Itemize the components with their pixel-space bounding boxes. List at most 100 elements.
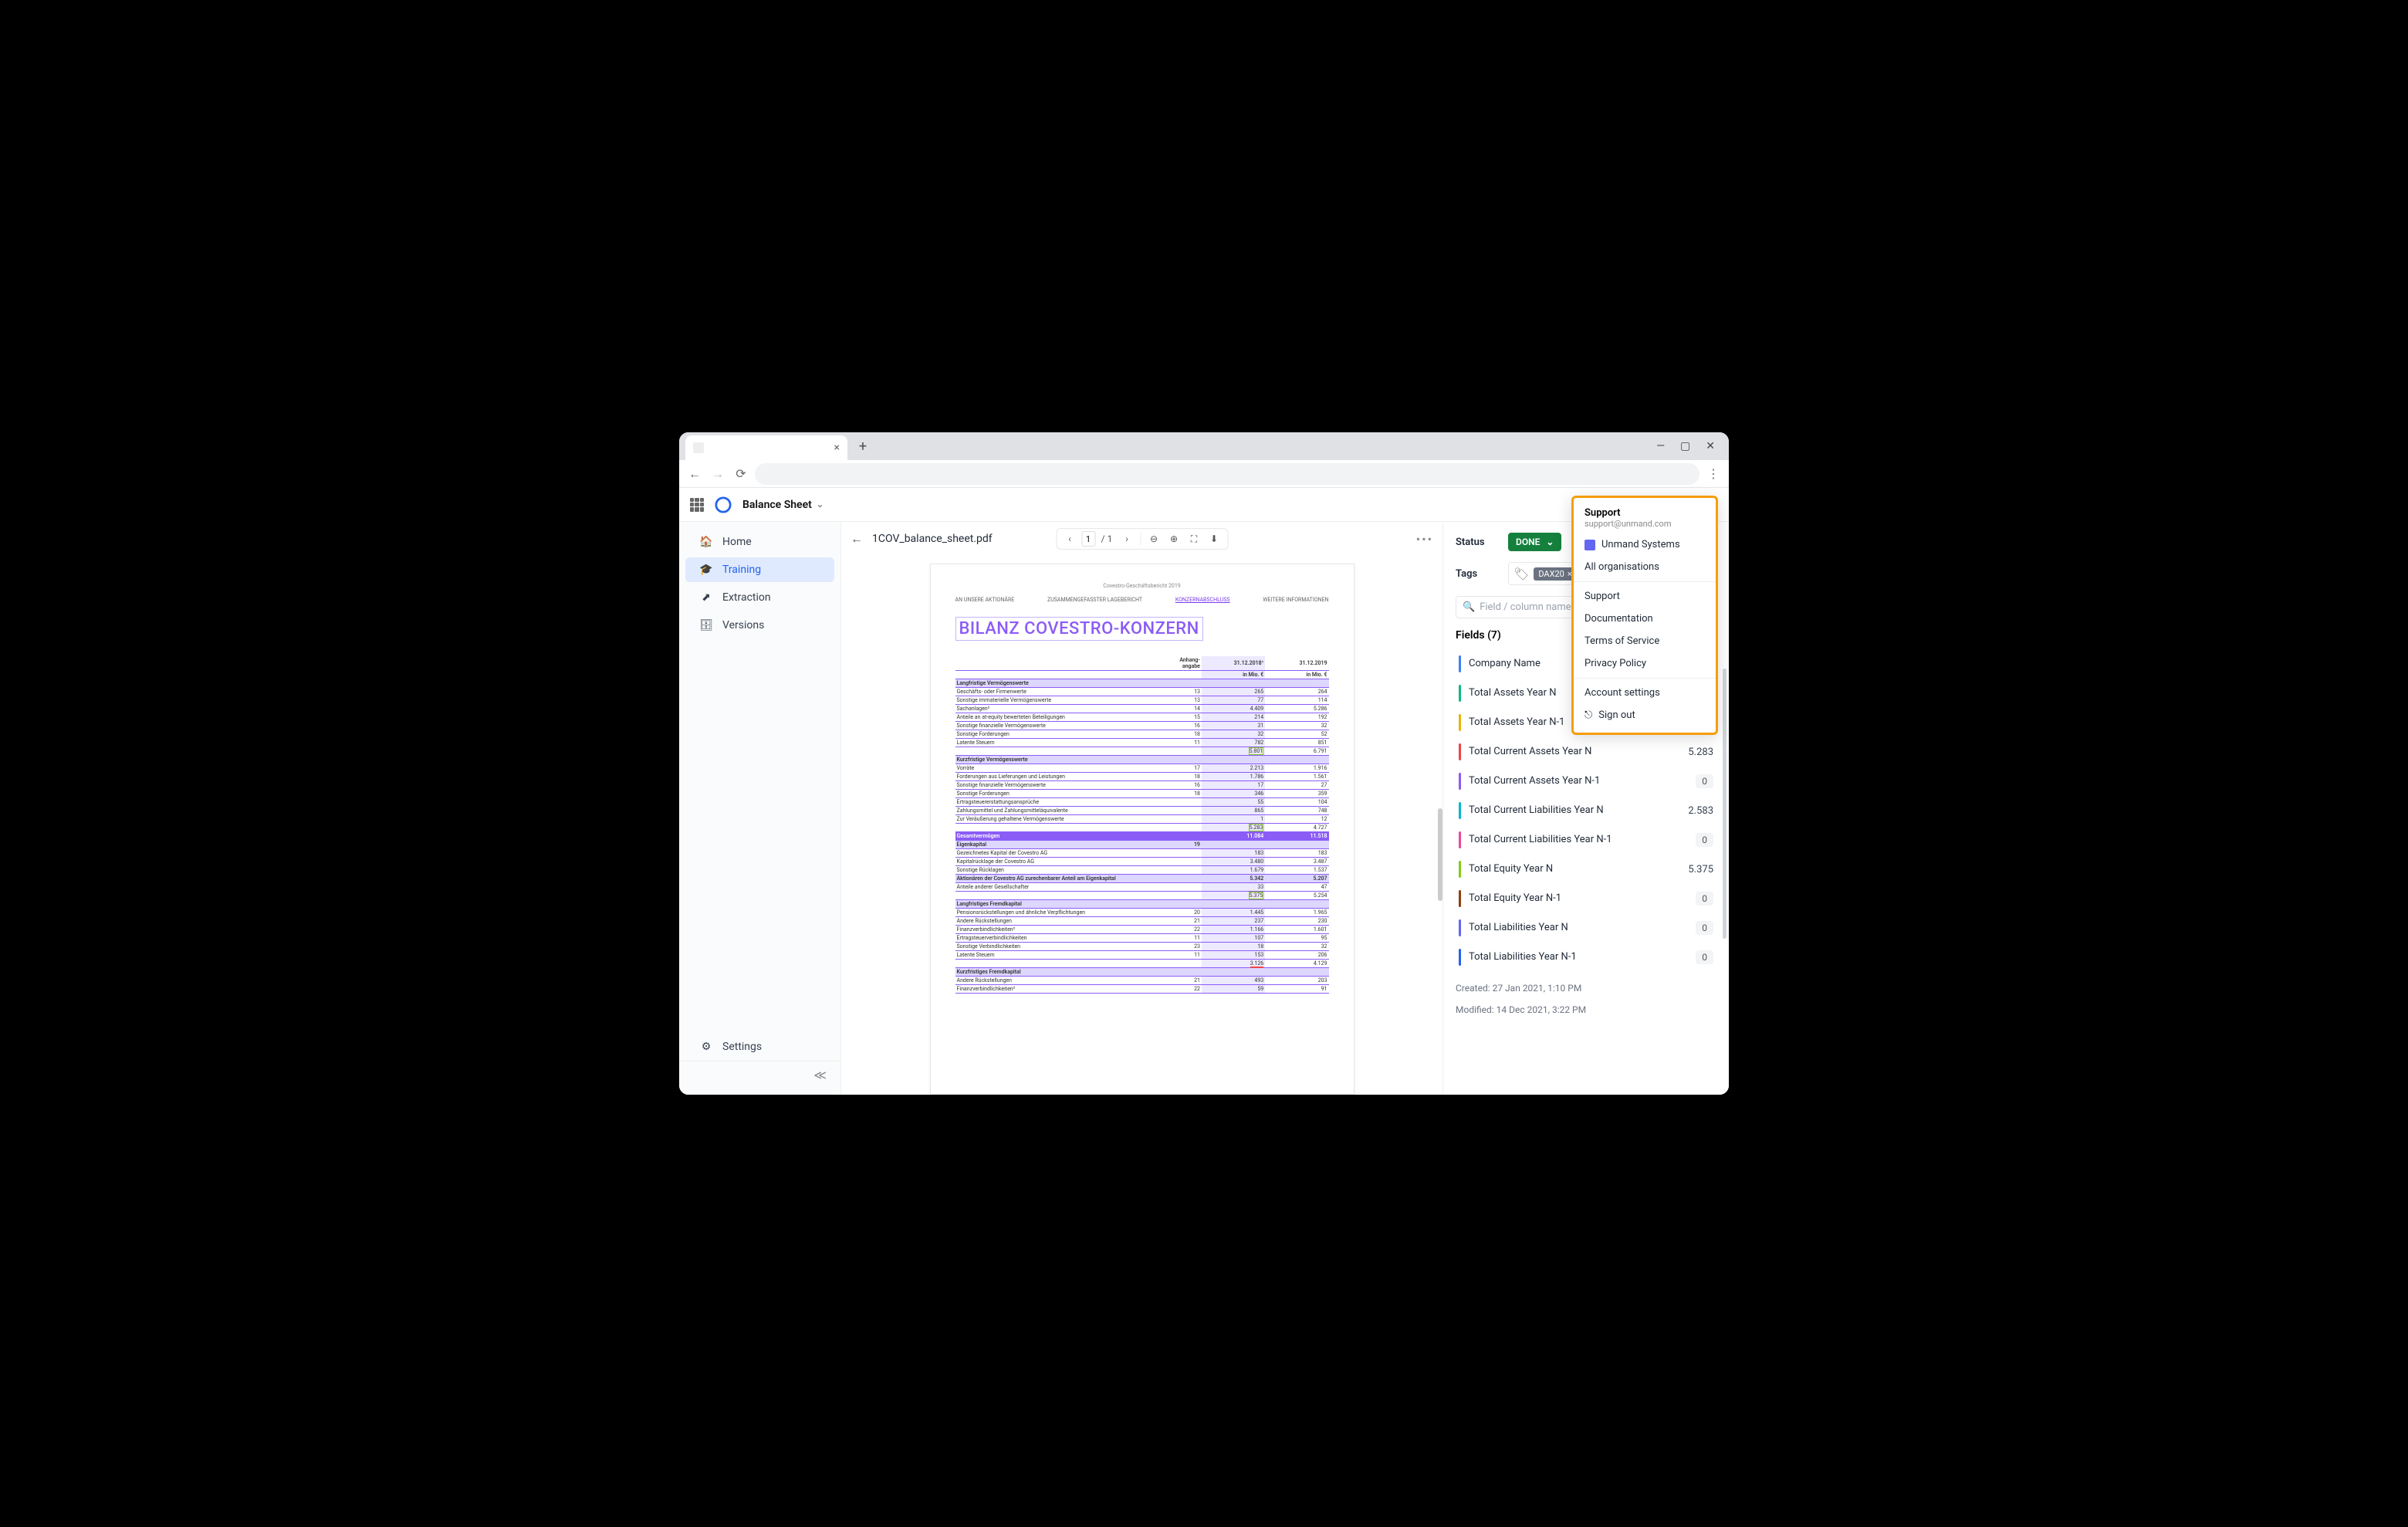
field-name: Total Current Assets Year N xyxy=(1469,746,1688,758)
profile-menu-signout[interactable]: ⎋Sign out xyxy=(1574,704,1716,726)
field-color-bar xyxy=(1459,773,1461,790)
modified-meta: Modified: 14 Dec 2021, 3:22 PM xyxy=(1456,1004,1716,1015)
doc-title: BILANZ COVESTRO-KONZERN xyxy=(955,617,1203,641)
browser-reload-icon[interactable]: ⟳ xyxy=(732,465,750,483)
doc-more-icon[interactable]: ••• xyxy=(1416,532,1433,547)
doc-breadcrumb: Covestro-Geschäftsbericht 2019 xyxy=(955,583,1329,589)
profile-menu-item[interactable]: Account settings xyxy=(1574,682,1716,704)
browser-menu-icon[interactable]: ⋮ xyxy=(1704,466,1723,481)
field-value: 0 xyxy=(1696,892,1713,906)
field-row[interactable]: Total Liabilities Year N0 xyxy=(1456,913,1716,943)
field-row[interactable]: Total Current Liabilities Year N2.583 xyxy=(1456,796,1716,825)
field-value: 0 xyxy=(1696,833,1713,847)
field-name: Total Current Liabilities Year N-1 xyxy=(1469,834,1696,846)
browser-forward-icon: → xyxy=(709,465,727,483)
profile-menu-org[interactable]: Unmand Systems xyxy=(1574,533,1716,556)
field-color-bar xyxy=(1459,685,1461,702)
field-row[interactable]: Total Equity Year N5.375 xyxy=(1456,855,1716,884)
status-label: Status xyxy=(1456,537,1500,548)
profile-menu-item[interactable]: Privacy Policy xyxy=(1574,652,1716,675)
status-dropdown[interactable]: DONE⌄ xyxy=(1508,533,1561,551)
profile-email: support@unmand.com xyxy=(1584,519,1705,529)
sidebar-item-settings[interactable]: ⚙Settings xyxy=(685,1034,834,1059)
panel-scrollbar-thumb[interactable] xyxy=(1723,669,1727,939)
field-row[interactable]: Total Current Assets Year N-10 xyxy=(1456,767,1716,796)
page-current-input[interactable] xyxy=(1081,531,1095,547)
profile-name: Support xyxy=(1584,507,1705,519)
page-total: / 1 xyxy=(1098,530,1115,547)
chevron-down-icon: ⌄ xyxy=(817,499,824,510)
app-title[interactable]: Balance Sheet⌄ xyxy=(742,499,824,511)
browser-tab[interactable]: × xyxy=(685,435,847,460)
sidebar-item-label: Extraction xyxy=(722,591,771,604)
doc-scrollbar-thumb[interactable] xyxy=(1438,808,1442,901)
field-color-bar xyxy=(1459,919,1461,936)
sidebar-item-home[interactable]: 🏠 Home xyxy=(685,530,834,554)
sidebar-collapse-icon[interactable]: ≪ xyxy=(679,1061,840,1089)
url-bar[interactable] xyxy=(755,463,1699,485)
window-minimize-icon[interactable]: — xyxy=(1656,440,1665,452)
sidebar-item-versions[interactable]: 🗄Versions xyxy=(685,613,834,638)
tag-chip[interactable]: DAX20× xyxy=(1534,567,1576,581)
field-color-bar xyxy=(1459,890,1461,907)
browser-chrome: × + — ▢ ✕ ← → ⟳ ⋮ xyxy=(679,432,1729,488)
window-close-icon[interactable]: ✕ xyxy=(1706,440,1715,452)
app-logo-icon xyxy=(715,496,732,513)
field-row[interactable]: Total Current Assets Year N5.283 xyxy=(1456,737,1716,767)
sidebar-item-label: Home xyxy=(722,536,752,548)
zoom-in-icon[interactable]: ⊕ xyxy=(1165,530,1182,547)
home-icon: 🏠 xyxy=(699,536,713,548)
sidebar: 🏠 Home 🎓 Training ⬈Extraction 🗄Versions ⚙S… xyxy=(679,522,841,1095)
field-value: 5.375 xyxy=(1688,864,1713,875)
signout-icon: ⎋ xyxy=(1584,709,1592,721)
field-row[interactable]: Total Equity Year N-10 xyxy=(1456,884,1716,913)
profile-menu: Support support@unmand.com Unmand System… xyxy=(1571,496,1718,735)
zoom-out-icon[interactable]: ⊖ xyxy=(1145,530,1162,547)
field-color-bar xyxy=(1459,861,1461,878)
download-icon[interactable]: ⬇ xyxy=(1206,530,1223,547)
field-name: Total Current Liabilities Year N xyxy=(1469,804,1688,817)
new-tab-button[interactable]: + xyxy=(852,435,874,457)
field-color-bar xyxy=(1459,802,1461,819)
profile-menu-item[interactable]: All organisations xyxy=(1574,556,1716,578)
document-canvas[interactable]: Covestro-Geschäftsbericht 2019 AN UNSERE… xyxy=(841,556,1442,1095)
field-name: Total Current Assets Year N-1 xyxy=(1469,775,1696,787)
sidebar-item-training[interactable]: 🎓 Training xyxy=(685,557,834,582)
tags-label: Tags xyxy=(1456,568,1500,580)
field-color-bar xyxy=(1459,949,1461,966)
document-page: Covestro-Geschäftsbericht 2019 AN UNSERE… xyxy=(930,564,1354,1095)
apps-grid-icon[interactable] xyxy=(690,498,704,512)
page-prev-icon[interactable]: ‹ xyxy=(1061,530,1078,547)
tab-close-icon[interactable]: × xyxy=(834,442,840,454)
field-value: 0 xyxy=(1696,774,1713,788)
sidebar-item-extraction[interactable]: ⬈Extraction xyxy=(685,585,834,610)
window-maximize-icon[interactable]: ▢ xyxy=(1680,440,1690,452)
doc-back-icon[interactable]: ← xyxy=(851,531,863,547)
field-color-bar xyxy=(1459,743,1461,760)
training-icon: 🎓 xyxy=(699,564,713,576)
field-color-bar xyxy=(1459,831,1461,848)
field-color-bar xyxy=(1459,714,1461,731)
field-row[interactable]: Total Liabilities Year N-10 xyxy=(1456,943,1716,972)
balance-sheet-table: Anhang-angabe31.12.2018¹31.12.2019in Mio… xyxy=(955,656,1329,994)
sidebar-item-label: Training xyxy=(722,564,761,576)
browser-back-icon[interactable]: ← xyxy=(685,465,704,483)
field-value: 0 xyxy=(1696,921,1713,935)
field-value: 5.283 xyxy=(1688,747,1713,758)
doc-tab: KONZERNABSCHLUSS xyxy=(1175,597,1230,603)
field-name: Total Equity Year N xyxy=(1469,863,1688,875)
doc-page-controls: ‹ / 1 › ⊖ ⊕ ⛶ ⬇ xyxy=(1056,528,1228,550)
profile-menu-item[interactable]: Documentation xyxy=(1574,608,1716,630)
page-next-icon[interactable]: › xyxy=(1118,530,1135,547)
field-name: Total Liabilities Year N xyxy=(1469,922,1696,934)
fit-icon[interactable]: ⛶ xyxy=(1185,530,1202,547)
gear-icon: ⚙ xyxy=(699,1041,713,1053)
document-viewer: ← 1COV_balance_sheet.pdf ‹ / 1 › ⊖ ⊕ ⛶ ⬇… xyxy=(841,522,1443,1095)
search-icon: 🔍 xyxy=(1463,601,1475,613)
chevron-down-icon: ⌄ xyxy=(1546,537,1554,547)
field-row[interactable]: Total Current Liabilities Year N-10 xyxy=(1456,825,1716,855)
doc-tab: WEITERE INFORMATIONEN xyxy=(1263,597,1328,603)
profile-menu-item[interactable]: Terms of Service xyxy=(1574,630,1716,652)
tab-favicon xyxy=(693,442,704,453)
profile-menu-item[interactable]: Support xyxy=(1574,585,1716,608)
